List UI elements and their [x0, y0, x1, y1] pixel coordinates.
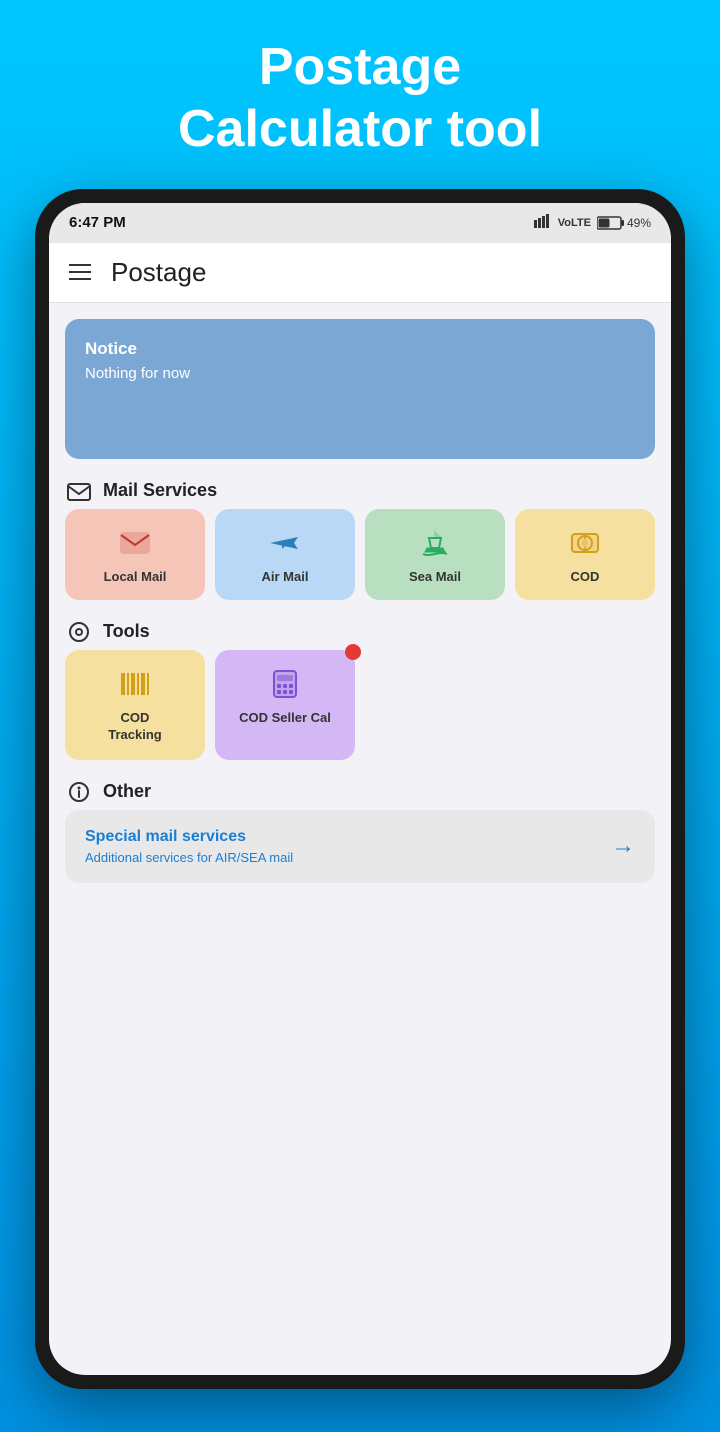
air-mail-icon — [268, 525, 302, 561]
other-icon — [65, 778, 93, 806]
tools-icon — [65, 618, 93, 646]
battery-icon: 49% — [597, 216, 651, 230]
local-mail-icon — [119, 525, 151, 561]
notice-title: Notice — [85, 339, 635, 359]
services-grid: Local Mail Air Mail — [65, 509, 655, 600]
cod-label: COD — [571, 569, 600, 584]
local-mail-card[interactable]: Local Mail — [65, 509, 205, 600]
tools-header: Tools — [65, 618, 655, 646]
phone-frame: 6:47 PM VoLTE 49% Postage — [35, 189, 685, 1389]
tools-title: Tools — [103, 621, 150, 642]
status-bar: 6:47 PM VoLTE 49% — [49, 203, 671, 243]
sea-mail-label: Sea Mail — [409, 569, 461, 584]
air-mail-card[interactable]: Air Mail — [215, 509, 355, 600]
app-header: Postage — [49, 243, 671, 303]
cod-icon — [568, 525, 602, 561]
phone-screen: 6:47 PM VoLTE 49% Postage — [49, 203, 671, 1375]
special-mail-subtitle: Additional services for AIR/SEA mail — [85, 850, 293, 865]
other-section: Other Special mail services Additional s… — [65, 778, 655, 883]
tools-grid: CODTracking — [65, 650, 655, 760]
mail-services-icon — [65, 477, 93, 505]
special-mail-text: Special mail services Additional service… — [85, 828, 293, 865]
special-mail-title: Special mail services — [85, 828, 293, 846]
hero-title: Postage Calculator tool — [178, 36, 542, 161]
mail-services-title: Mail Services — [103, 480, 217, 501]
arrow-icon: → — [611, 832, 635, 860]
local-mail-label: Local Mail — [104, 569, 167, 584]
cod-seller-icon — [270, 666, 300, 702]
other-header: Other — [65, 778, 655, 806]
app-title: Postage — [111, 257, 206, 288]
other-title: Other — [103, 781, 151, 802]
cod-tracking-label: CODTracking — [108, 710, 161, 744]
cod-seller-label: COD Seller Cal — [239, 710, 331, 727]
notice-body: Nothing for now — [85, 365, 635, 382]
lte-icon: VoLTE — [558, 217, 591, 229]
cod-tracking-icon — [119, 666, 151, 702]
network-icon — [534, 214, 552, 231]
tools-section: Tools — [65, 618, 655, 760]
cod-tracking-card[interactable]: CODTracking — [65, 650, 205, 760]
mail-services-header: Mail Services — [65, 477, 655, 505]
status-icons: VoLTE 49% — [534, 214, 651, 231]
special-mail-card[interactable]: Special mail services Additional service… — [65, 810, 655, 883]
status-time: 6:47 PM — [69, 214, 126, 231]
sea-mail-icon — [419, 525, 451, 561]
air-mail-label: Air Mail — [262, 569, 309, 584]
cod-seller-cal-card[interactable]: COD Seller Cal — [215, 650, 355, 760]
hamburger-menu[interactable] — [69, 264, 91, 280]
sea-mail-card[interactable]: Sea Mail — [365, 509, 505, 600]
notification-dot — [345, 644, 361, 660]
scroll-content[interactable]: Notice Nothing for now Mail Services — [49, 303, 671, 1375]
mail-services-section: Mail Services Local Mail — [65, 477, 655, 600]
notice-card: Notice Nothing for now — [65, 319, 655, 459]
cod-card[interactable]: COD — [515, 509, 655, 600]
